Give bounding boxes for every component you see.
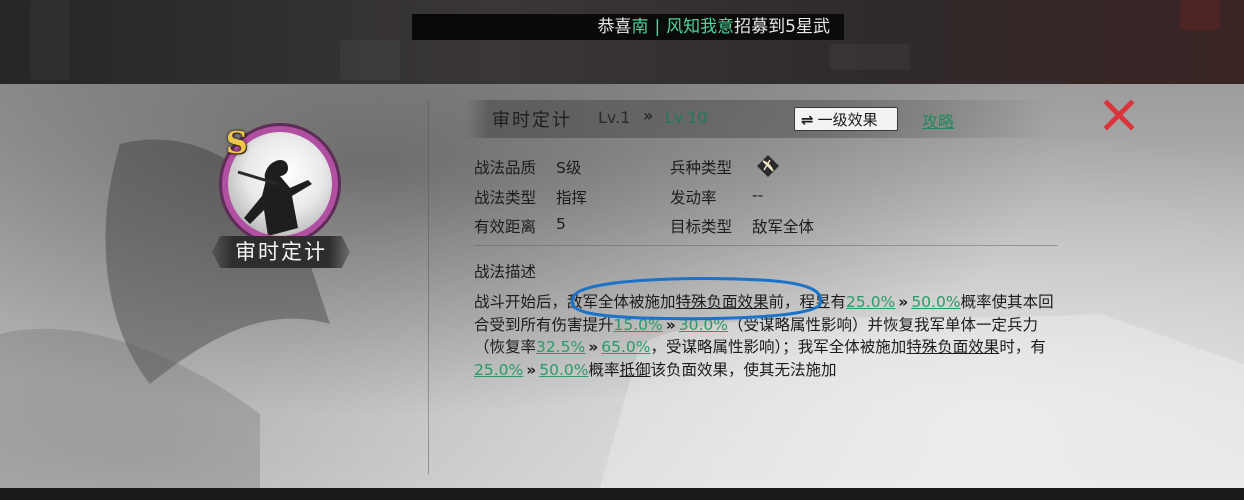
level-arrow-icon: »: [665, 315, 676, 334]
level-arrow-icon: »: [588, 338, 599, 356]
mist-background: [0, 139, 1244, 488]
desc-text: 该负面效果，使其无法施加: [650, 360, 837, 379]
desc-value-level1: 15.0%: [613, 315, 663, 334]
desc-keyword-link[interactable]: 抵御: [620, 361, 651, 379]
level-arrow-icon: »: [898, 293, 909, 311]
level-arrow-icon: »: [643, 106, 654, 125]
ticker-server: 南: [631, 17, 649, 37]
bow-icon: [756, 154, 780, 178]
quality-value: S级: [556, 159, 582, 177]
ticker-prefix: 恭喜: [597, 17, 632, 37]
desc-keyword-link[interactable]: 特殊负面效果: [676, 293, 769, 311]
skill-type-label: 战法类型: [474, 189, 537, 207]
target-type-value: 敌军全体: [752, 218, 815, 236]
panel-divider: [428, 100, 429, 474]
skill-type-value: 指挥: [556, 189, 588, 207]
ticker-suffix: 招募到5星武: [734, 17, 830, 37]
skill-name-banner: 审时定计: [212, 236, 350, 268]
desc-value-level10: 50.0%: [539, 360, 589, 379]
range-label: 有效距离: [474, 218, 537, 236]
ticker-separator: |: [654, 17, 661, 37]
desc-text: 概率: [588, 360, 620, 379]
range-value: 5: [556, 215, 566, 233]
desc-value-level10: 50.0%: [911, 293, 961, 311]
skill-description: 战斗开始后，敌军全体被施加特殊负面效果前，程昱有25.0%» 50.0%概率使其本…: [474, 291, 1062, 381]
effect-button-label: 一级效果: [817, 111, 878, 129]
close-button[interactable]: [1102, 98, 1136, 132]
level-max: Lv.10: [665, 108, 708, 127]
background-scene: [0, 0, 1244, 84]
desc-text: 时，有: [999, 338, 1046, 356]
desc-text: 战斗开始后，敌军全体被施加: [474, 293, 676, 311]
recruit-ticker: 恭喜南 | 风知我意招募到5星武: [412, 14, 844, 40]
desc-text: ，受谋略属性影响）；我军全体被施加: [650, 338, 907, 356]
desc-value-level10: 30.0%: [678, 315, 729, 334]
section-divider: [474, 245, 1058, 246]
desc-value-level1: 32.5%: [536, 338, 586, 356]
desc-value-level1: 25.0%: [846, 293, 896, 311]
level-current: Lv.1: [598, 108, 631, 127]
desc-text: 前，程昱有: [768, 293, 847, 311]
desc-value-level10: 65.0%: [601, 338, 651, 356]
troop-type-label: 兵种类型: [670, 159, 733, 177]
quality-label: 战法品质: [474, 159, 537, 177]
skill-detail-panel: [0, 84, 1244, 488]
skill-title: 审时定计: [492, 110, 572, 131]
desc-value-level1: 25.0%: [474, 360, 524, 379]
level-effect-toggle-button[interactable]: ⇌ 一级效果: [794, 107, 898, 131]
ticker-player: 风知我意: [666, 17, 735, 37]
trigger-rate-label: 发动率: [670, 189, 717, 207]
level-arrow-icon: »: [526, 360, 537, 379]
skill-grade-badge: S: [226, 126, 248, 161]
swap-icon: ⇌: [801, 111, 814, 129]
guide-link[interactable]: 攻略: [922, 108, 954, 132]
desc-keyword-link[interactable]: 特殊负面效果: [906, 338, 999, 356]
target-type-label: 目标类型: [670, 218, 733, 236]
game-screen: 恭喜南 | 风知我意招募到5星武 S 审时定计 审时定计 Lv.1 » Lv.10 …: [0, 0, 1244, 500]
trigger-rate-value: --: [752, 186, 764, 204]
bottom-bar: [0, 488, 1244, 500]
description-title: 战法描述: [474, 263, 537, 281]
close-x-icon: [1103, 99, 1135, 131]
